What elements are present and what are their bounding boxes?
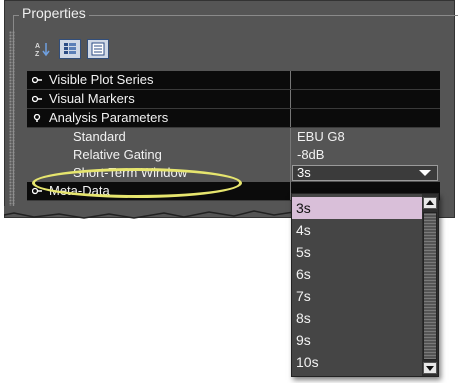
- chevron-down-icon[interactable]: [419, 170, 431, 176]
- category-row-analysis-parameters[interactable]: Analysis Parameters: [27, 109, 440, 128]
- category-label: Meta-Data: [49, 183, 110, 198]
- property-value[interactable]: -8dB: [291, 146, 440, 164]
- short-term-window-dropdown[interactable]: 3s 4s 5s 6s 7s 8s 9s 10s: [291, 193, 439, 377]
- property-label: Short-Term Window: [73, 165, 188, 180]
- dropdown-option[interactable]: 4s: [292, 219, 423, 241]
- scrollbar-thumb[interactable]: [423, 212, 437, 360]
- svg-text:Z: Z: [35, 51, 40, 57]
- drag-handle[interactable]: [9, 31, 15, 211]
- expanded-toggle-icon[interactable]: [32, 114, 42, 122]
- torn-edge: [4, 206, 294, 219]
- dropdown-option[interactable]: 6s: [292, 263, 423, 285]
- scroll-down-icon[interactable]: [423, 362, 437, 374]
- dropdown-option[interactable]: 7s: [292, 285, 423, 307]
- dropdown-option[interactable]: 5s: [292, 241, 423, 263]
- collapsed-toggle-icon[interactable]: [32, 187, 42, 195]
- property-label: Relative Gating: [73, 147, 162, 162]
- property-row-relative-gating[interactable]: Relative Gating -8dB: [27, 146, 440, 164]
- property-value[interactable]: EBU G8: [291, 128, 440, 146]
- property-row-short-term-window[interactable]: Short-Term Window 3s: [27, 164, 440, 182]
- category-value-cell: [291, 71, 440, 89]
- dropdown-option[interactable]: 8s: [292, 307, 423, 329]
- property-label: Standard: [73, 129, 126, 144]
- svg-text:A: A: [35, 43, 40, 50]
- list-view-icon[interactable]: [87, 39, 109, 59]
- categorized-view-icon[interactable]: [59, 39, 81, 59]
- category-label: Analysis Parameters: [49, 110, 169, 125]
- dropdown-scrollbar[interactable]: [422, 194, 438, 376]
- category-value-cell: [291, 109, 440, 127]
- property-row-standard[interactable]: Standard EBU G8: [27, 128, 440, 146]
- collapsed-toggle-icon[interactable]: [32, 76, 42, 84]
- category-label: Visual Markers: [49, 91, 135, 106]
- panel-title: Properties: [19, 5, 89, 21]
- category-label: Visible Plot Series: [49, 72, 154, 87]
- collapsed-toggle-icon[interactable]: [32, 95, 42, 103]
- dropdown-option[interactable]: 3s: [292, 197, 423, 219]
- scroll-up-icon[interactable]: [423, 197, 437, 209]
- short-term-window-select[interactable]: 3s: [292, 165, 438, 181]
- dropdown-option[interactable]: 9s: [292, 329, 423, 351]
- select-value: 3s: [297, 165, 311, 180]
- properties-toolbar: A Z: [31, 39, 109, 59]
- category-value-cell: [291, 90, 440, 108]
- category-row-visible-plot-series[interactable]: Visible Plot Series: [27, 71, 440, 90]
- dropdown-option[interactable]: 10s: [292, 351, 423, 373]
- category-row-visual-markers[interactable]: Visual Markers: [27, 90, 440, 109]
- sort-az-icon[interactable]: A Z: [31, 39, 53, 59]
- property-grid: Visible Plot Series Visual Markers Analy…: [27, 71, 440, 201]
